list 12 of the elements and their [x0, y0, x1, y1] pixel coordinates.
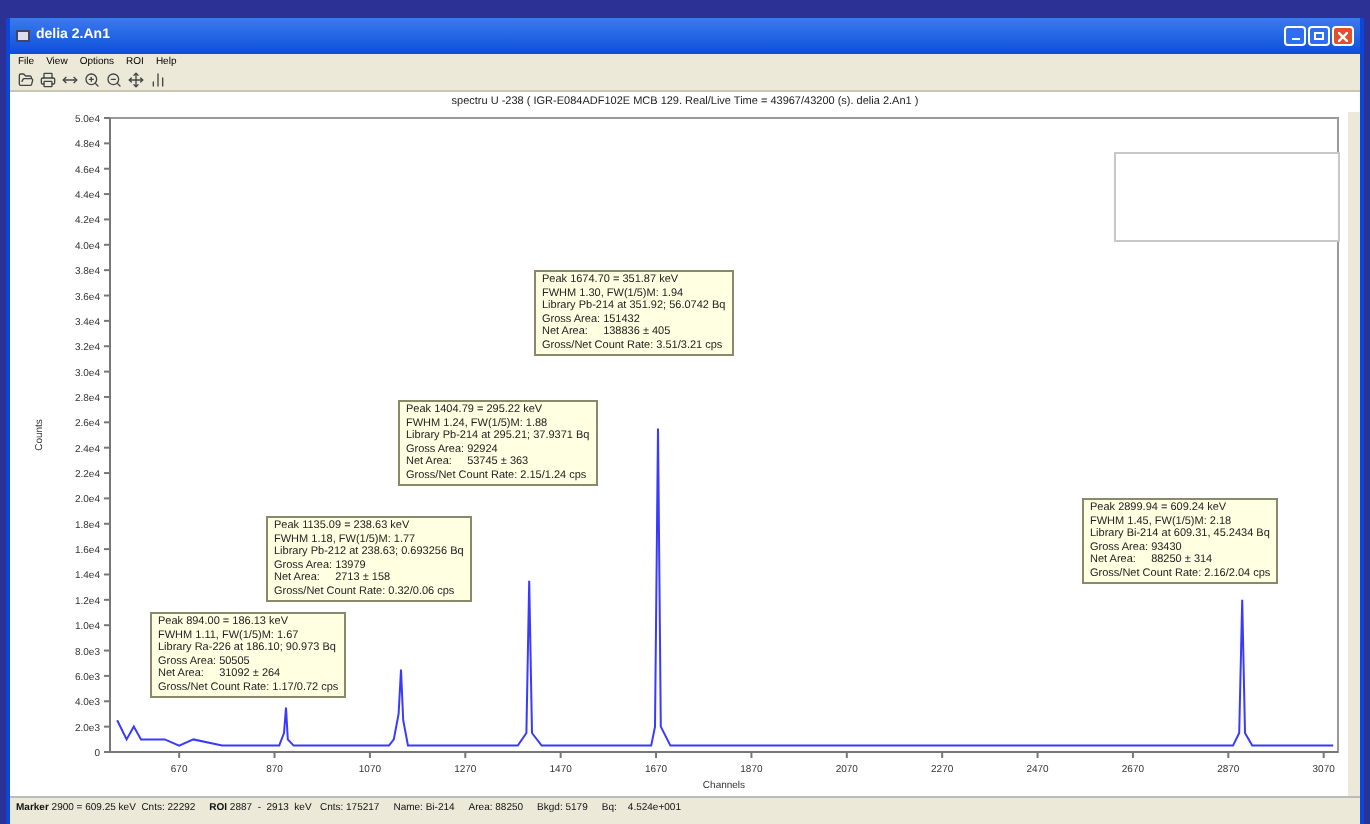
- printer-icon[interactable]: [40, 72, 56, 88]
- bar-chart-icon[interactable]: [150, 72, 166, 88]
- maximize-button[interactable]: [1308, 26, 1330, 46]
- move-arrows-icon[interactable]: [128, 72, 144, 88]
- close-icon: [1338, 31, 1348, 41]
- zoom-out-icon[interactable]: [106, 72, 122, 88]
- open-folder-icon[interactable]: [18, 72, 34, 88]
- app-icon: [16, 30, 30, 42]
- horizontal-arrows-icon[interactable]: [62, 72, 78, 88]
- close-button[interactable]: [1332, 26, 1354, 46]
- minimize-button[interactable]: [1284, 26, 1306, 46]
- zoom-in-icon[interactable]: [84, 72, 100, 88]
